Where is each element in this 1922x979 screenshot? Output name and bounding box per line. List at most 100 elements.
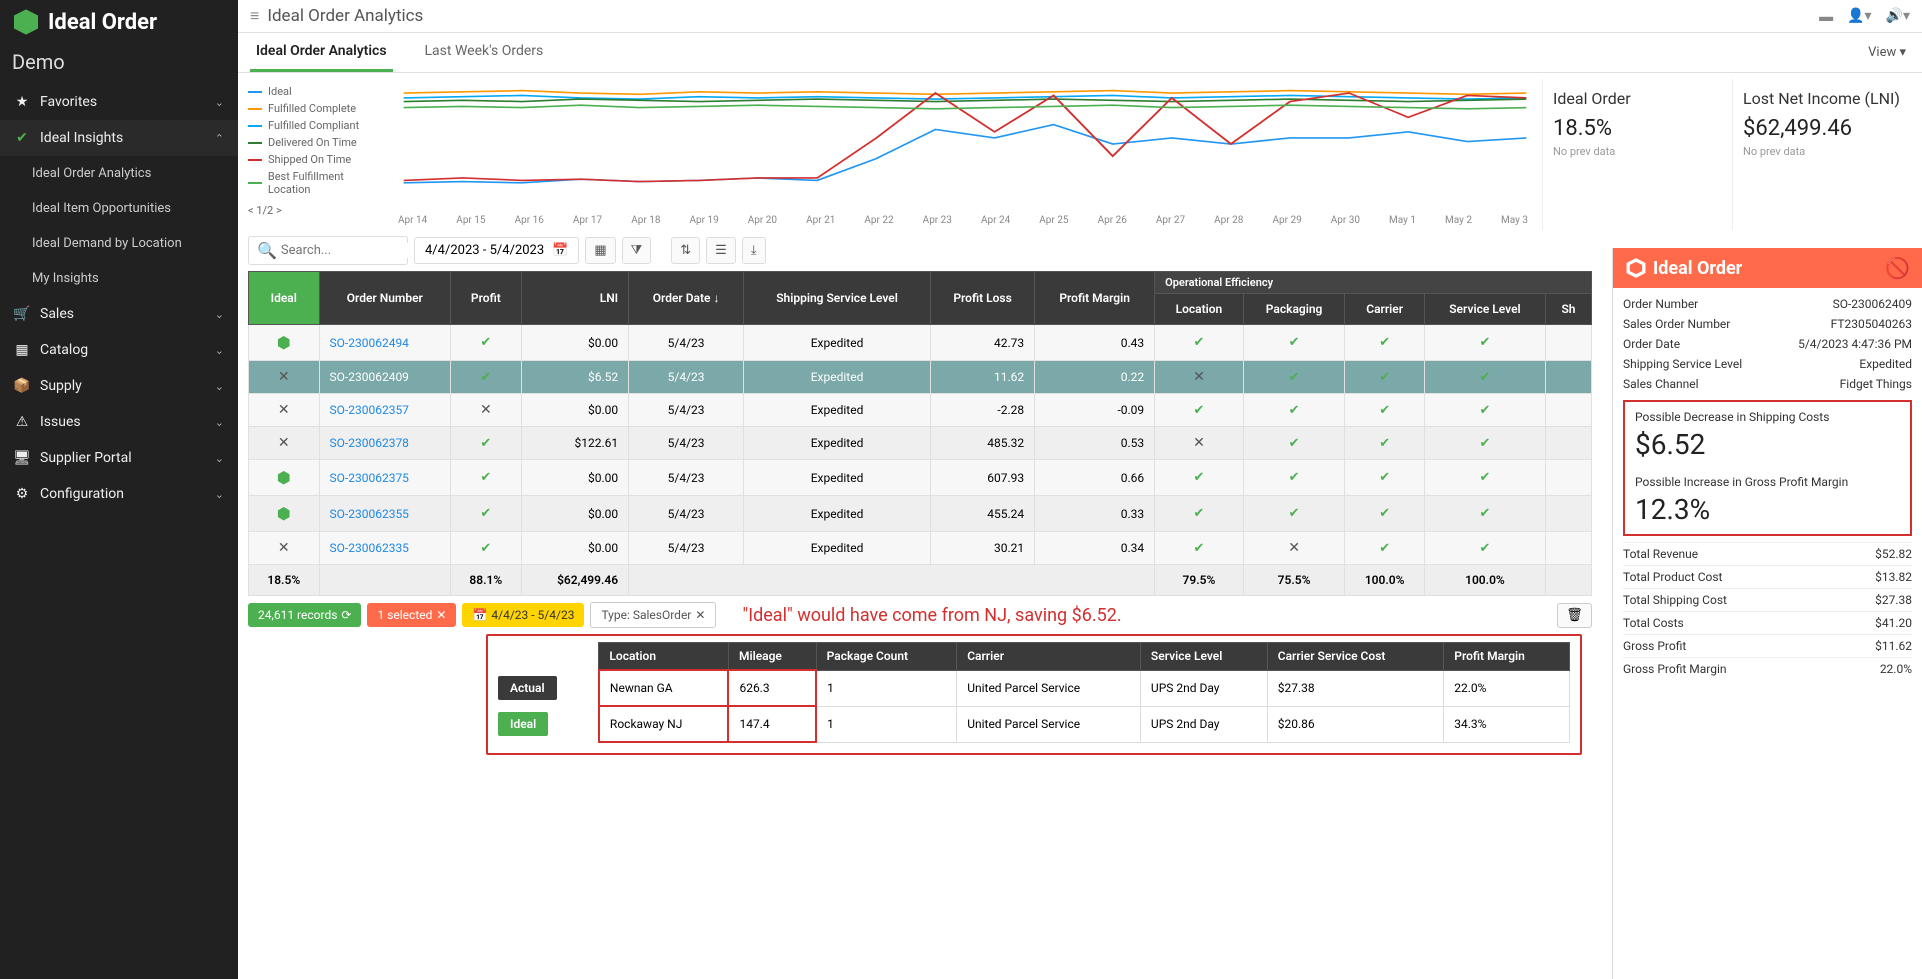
col-carrier[interactable]: Carrier [1345, 294, 1425, 325]
col-profit-margin[interactable]: Profit Margin [1035, 272, 1155, 325]
order-link[interactable]: SO-230062335 [330, 541, 409, 555]
sidebar-item-ideal-insights[interactable]: ✔Ideal Insights ⌃ [0, 120, 238, 156]
chevron-down-icon: ⌄ [215, 344, 224, 357]
compare-table: Location Mileage Package Count Carrier S… [498, 642, 1570, 743]
chip-type[interactable]: Type: SalesOrder ✕ [590, 602, 716, 628]
detail-gross-profit: Gross Profit$11.62 [1623, 634, 1912, 657]
main-content: ≡ Ideal Order Analytics ▬ 👤▾ 🔊▾ Ideal Or… [238, 0, 1922, 979]
view-dropdown[interactable]: View ▾ [1864, 37, 1910, 68]
sidebar-item-issues[interactable]: ⚠Issues⌄ [0, 404, 238, 440]
detail-ship-svc: Shipping Service LevelExpedited [1623, 354, 1912, 374]
col-service-level[interactable]: Service Level [1424, 294, 1545, 325]
order-link[interactable]: SO-230062409 [330, 370, 409, 384]
detail-panel: Ideal Order 🚫 Order NumberSO-230062409 S… [1612, 248, 1922, 979]
sidebar-item-configuration[interactable]: ⚙Configuration⌄ [0, 476, 238, 512]
axis-tick: Apr 30 [1331, 215, 1360, 226]
sidebar-item-my-insights[interactable]: My Insights [0, 261, 238, 296]
ideal-badge-icon: ⬢ [277, 468, 291, 487]
date-range-input[interactable]: 4/4/2023 - 5/4/2023📅 [414, 237, 579, 264]
check-icon: ✔ [1289, 403, 1300, 418]
col-ship-svc[interactable]: Shipping Service Level [744, 272, 931, 325]
sidebar-item-ideal-demand-by-location[interactable]: Ideal Demand by Location [0, 226, 238, 261]
filter-button[interactable]: ⧩ [622, 237, 652, 264]
order-link[interactable]: SO-230062375 [330, 471, 409, 485]
x-icon: ✕ [1193, 369, 1205, 385]
cmp-col-mileage: Mileage [728, 643, 816, 671]
order-link[interactable]: SO-230062357 [330, 403, 409, 417]
axis-tick: Apr 25 [1039, 215, 1068, 226]
sidebar-item-ideal-item-opportunities[interactable]: Ideal Item Opportunities [0, 191, 238, 226]
x-icon: ✕ [278, 540, 290, 556]
axis-tick: Apr 17 [573, 215, 602, 226]
sidebar-item-supplier-portal[interactable]: 🖥Supplier Portal⌄ [0, 440, 238, 476]
check-icon: ✔ [1194, 541, 1205, 556]
export-button[interactable]: ⤓ [742, 237, 766, 264]
cmp-col-svc: Service Level [1140, 643, 1267, 671]
layout-toggle[interactable]: ▦ [585, 237, 615, 264]
chat-icon[interactable]: ▬ [1819, 8, 1833, 25]
close-icon[interactable]: ✕ [695, 608, 705, 622]
chip-selected[interactable]: 1 selected ✕ [367, 603, 456, 627]
sidebar-item-ideal-order-analytics[interactable]: Ideal Order Analytics [0, 156, 238, 191]
chip-records[interactable]: 24,611 records ⟳ [248, 603, 361, 627]
check-icon: ✔ [1479, 335, 1490, 350]
check-icon: ✔ [1289, 506, 1300, 521]
table-row[interactable]: ✕ SO-230062378 ✔ $122.61 5/4/23 Expedite… [249, 427, 1592, 460]
table-row[interactable]: ⬢ SO-230062375 ✔ $0.00 5/4/23 Expedited … [249, 460, 1592, 496]
col-order-number[interactable]: Order Number [319, 272, 451, 325]
detail-gross-profit-margin: Gross Profit Margin22.0% [1623, 657, 1912, 680]
col-profit-loss[interactable]: Profit Loss [931, 272, 1035, 325]
compare-row-ideal: Ideal Rockaway NJ 147.4 1 United Parcel … [498, 706, 1570, 742]
col-ideal[interactable]: Ideal [249, 272, 320, 325]
compare-panel: Location Mileage Package Count Carrier S… [486, 634, 1582, 755]
order-link[interactable]: SO-230062378 [330, 436, 409, 450]
check-icon: ✔ [1479, 506, 1490, 521]
delete-button[interactable]: 🗑 [1557, 603, 1592, 628]
sidebar-item-sales[interactable]: 🛒Sales⌄ [0, 296, 238, 332]
cmp-col-carrier: Carrier [957, 643, 1141, 671]
tab-ideal-order-analytics[interactable]: Ideal Order Analytics [250, 33, 393, 72]
tab-last-weeks-orders[interactable]: Last Week's Orders [419, 33, 550, 72]
axis-tick: Apr 27 [1156, 215, 1185, 226]
axis-tick: Apr 24 [981, 215, 1010, 226]
table-row[interactable]: ✕ SO-230062335 ✔ $0.00 5/4/23 Expedited … [249, 532, 1592, 565]
chart-pager[interactable]: < 1/2 > [248, 202, 388, 217]
check-icon: ✔ [1479, 470, 1490, 485]
table-row[interactable]: ✕ SO-230062357 ✕ $0.00 5/4/23 Expedited … [249, 394, 1592, 427]
check-icon: ✔ [1194, 403, 1205, 418]
star-icon: ★ [14, 94, 30, 110]
legend-item: Fulfilled Complete [248, 102, 388, 115]
volume-icon[interactable]: 🔊▾ [1886, 8, 1910, 25]
prohibit-icon[interactable]: 🚫 [1885, 256, 1910, 280]
col-order-date[interactable]: Order Date ↓ [629, 272, 744, 325]
sidebar-item-supply[interactable]: 📦Supply⌄ [0, 368, 238, 404]
col-location[interactable]: Location [1155, 294, 1244, 325]
close-icon[interactable]: ✕ [436, 608, 446, 622]
menu-icon[interactable]: ≡ [250, 6, 259, 26]
chevron-down-icon: ⌄ [215, 96, 224, 109]
sidebar-item-catalog[interactable]: ▦Catalog⌄ [0, 332, 238, 368]
chip-date[interactable]: 📅 4/4/23 - 5/4/23 [462, 603, 584, 627]
sidebar-item-favorites[interactable]: ★Favorites ⌄ [0, 84, 238, 120]
check-icon: ✔ [1379, 403, 1390, 418]
tabs: Ideal Order Analytics Last Week's Orders… [238, 33, 1922, 73]
list-button[interactable]: ☰ [706, 237, 736, 264]
table-row[interactable]: ⬢ SO-230062494 ✔ $0.00 5/4/23 Expedited … [249, 325, 1592, 361]
grid-footer-row: 18.5% 88.1% $62,499.46 79.5% 75.5% 100.0… [249, 565, 1592, 596]
col-profit[interactable]: Profit [451, 272, 522, 325]
chevron-down-icon: ⌄ [215, 488, 224, 501]
sort-button[interactable]: ⇅ [671, 237, 700, 264]
kpi-ideal-order: Ideal Order 18.5% No prev data [1542, 79, 1722, 230]
user-menu-icon[interactable]: 👤▾ [1847, 8, 1871, 25]
table-row[interactable]: ⬢ SO-230062355 ✔ $0.00 5/4/23 Expedited … [249, 496, 1592, 532]
table-row[interactable]: ✕ SO-230062409 ✔ $6.52 5/4/23 Expedited … [249, 361, 1592, 394]
order-link[interactable]: SO-230062355 [330, 507, 409, 521]
axis-tick: Apr 29 [1272, 215, 1301, 226]
search-input[interactable]: 🔍 [248, 236, 408, 265]
gpm-increase-value: 12.3% [1635, 493, 1900, 526]
col-lni[interactable]: LNI [521, 272, 629, 325]
col-sh[interactable]: Sh [1545, 294, 1591, 325]
col-packaging[interactable]: Packaging [1243, 294, 1345, 325]
actual-label: Actual [498, 676, 557, 700]
order-link[interactable]: SO-230062494 [330, 336, 409, 350]
